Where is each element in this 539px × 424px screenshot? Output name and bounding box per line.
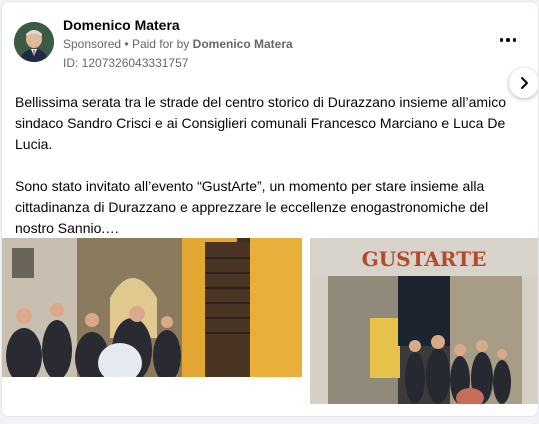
paid-for-by-label: Paid for by <box>131 37 190 51</box>
post-paragraph-1: Bellissima serata tra le strade del cent… <box>15 94 506 152</box>
post-text: Bellissima serata tra le strade del cent… <box>15 92 520 260</box>
ad-post-card: Domenico Matera Sponsored • Paid for by … <box>1 1 539 417</box>
author-name[interactable]: Domenico Matera <box>63 17 180 33</box>
more-options-icon[interactable] <box>496 30 520 50</box>
avatar[interactable] <box>14 22 54 62</box>
carousel-image-street-crowd[interactable] <box>2 238 302 377</box>
separator-dot: • <box>124 37 129 51</box>
sponsored-line: Sponsored • Paid for by Domenico Matera <box>63 37 293 51</box>
payer-name[interactable]: Domenico Matera <box>193 37 293 51</box>
sponsored-label[interactable]: Sponsored <box>63 37 121 51</box>
ad-id: ID: 1207326043331757 <box>63 56 189 70</box>
image-carousel: GUSTARTE <box>2 238 538 404</box>
chevron-right-icon[interactable] <box>509 68 538 98</box>
carousel-image-gustarte-entrance[interactable]: GUSTARTE <box>310 238 538 404</box>
gustarte-sign: GUSTARTE <box>362 247 487 271</box>
post-paragraph-2: Sono stato invitato all’evento “GustArte… <box>15 178 489 236</box>
